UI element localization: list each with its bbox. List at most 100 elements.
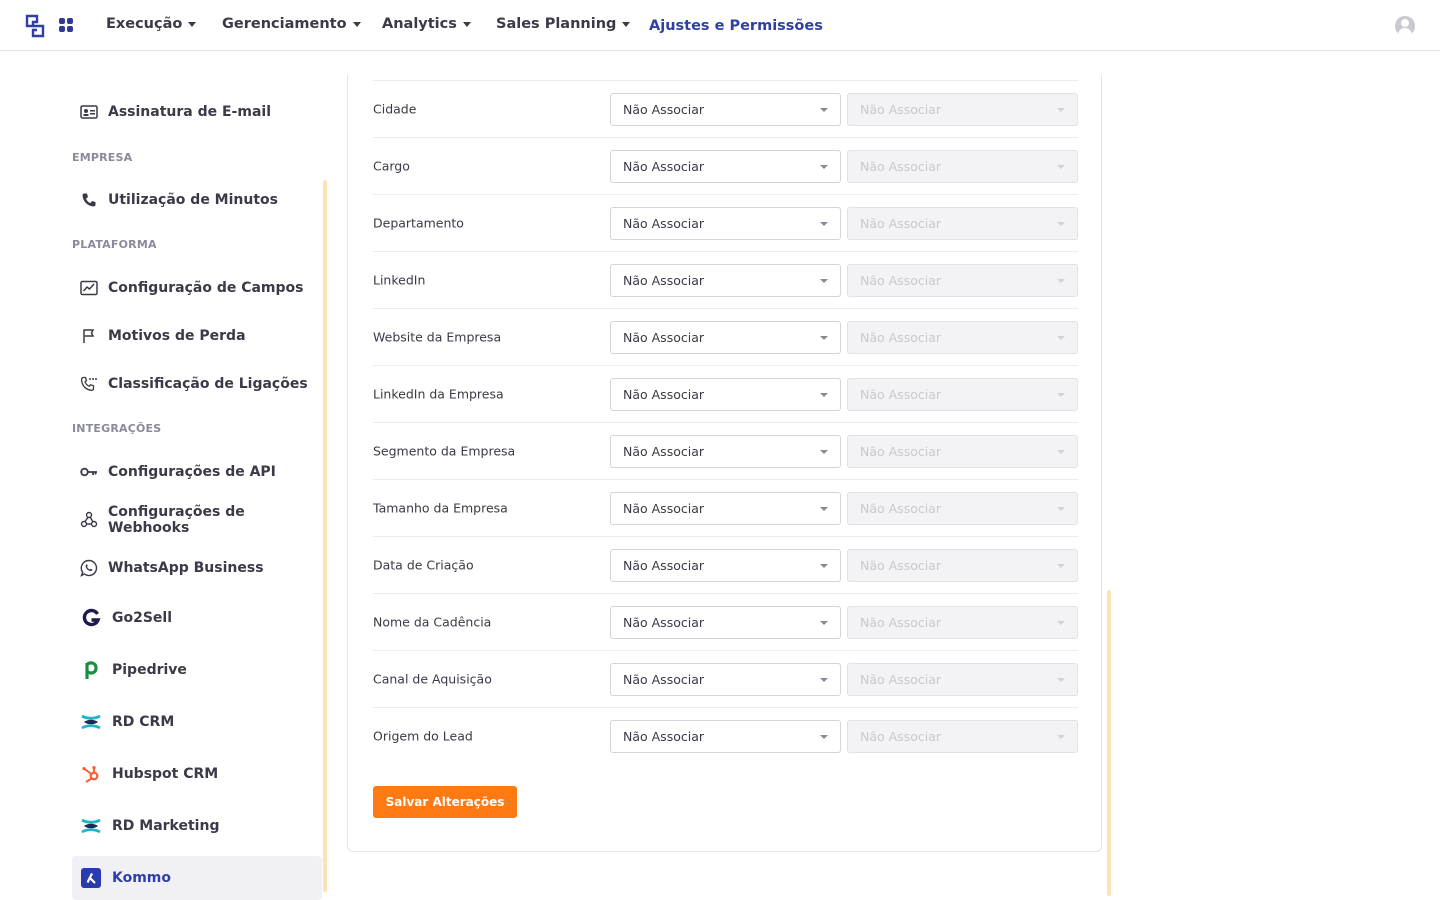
select-value: Não Associar: [623, 387, 704, 402]
sidebar-item-go2sell[interactable]: Go2Sell: [72, 596, 322, 640]
chevron-down-icon: [1057, 507, 1065, 511]
select-value: Não Associar: [860, 558, 941, 573]
sidebar-item-label: RD Marketing: [112, 818, 220, 834]
select-value: Não Associar: [623, 444, 704, 459]
field-association-select[interactable]: Não Associar: [610, 435, 841, 468]
rd-station-logo-icon: [80, 711, 102, 733]
chevron-down-icon: [820, 279, 828, 283]
sidebar-scrollbar[interactable]: [323, 180, 327, 892]
user-avatar-icon[interactable]: [1395, 16, 1415, 36]
secondary-association-select: Não Associar: [847, 264, 1078, 297]
chevron-down-icon: [1057, 678, 1065, 682]
field-association-select[interactable]: Não Associar: [610, 150, 841, 183]
secondary-association-select: Não Associar: [847, 378, 1078, 411]
field-association-select[interactable]: Não Associar: [610, 549, 841, 582]
hubspot-logo-icon: [80, 763, 102, 785]
select-value: Não Associar: [623, 159, 704, 174]
main-scrollbar[interactable]: [1107, 590, 1111, 896]
secondary-association-select: Não Associar: [847, 207, 1078, 240]
sidebar-item-label: WhatsApp Business: [108, 560, 264, 576]
field-label: Nome da Cadência: [373, 614, 492, 630]
sidebar-item-pipedrive[interactable]: Pipedrive: [72, 648, 322, 692]
nav-ajustes-label: Ajustes e Permissões: [649, 18, 823, 34]
select-value: Não Associar: [860, 330, 941, 345]
sidebar-item-rd-marketing[interactable]: RD Marketing: [72, 804, 322, 848]
chevron-down-icon: [820, 678, 828, 682]
select-value: Não Associar: [860, 216, 941, 231]
sidebar-item-rd-crm[interactable]: RD CRM: [72, 700, 322, 744]
field-label: Departamento: [373, 215, 464, 231]
section-heading-integracoes: INTEGRAÇÕES: [72, 422, 162, 435]
field-association-select[interactable]: Não Associar: [610, 492, 841, 525]
chevron-down-icon: [1057, 450, 1065, 454]
select-value: Não Associar: [860, 672, 941, 687]
app-logo-icon[interactable]: [25, 14, 45, 38]
field-mapping-row: Canal de Aquisição Não Associar Não Associ…: [373, 650, 1078, 707]
nav-analytics[interactable]: Analytics: [382, 16, 471, 32]
select-value: Não Associar: [623, 615, 704, 630]
chevron-down-icon: [820, 507, 828, 511]
chevron-down-icon: [1057, 336, 1065, 340]
sidebar-item-fields-config[interactable]: Configuração de Campos: [72, 266, 322, 310]
sidebar-item-label: Motivos de Perda: [108, 328, 246, 344]
field-association-select[interactable]: Não Associar: [610, 720, 841, 753]
chevron-down-icon: [820, 735, 828, 739]
field-association-select[interactable]: Não Associar: [610, 378, 841, 411]
select-value: Não Associar: [860, 159, 941, 174]
field-association-select[interactable]: Não Associar: [610, 264, 841, 297]
field-label: Tamanho da Empresa: [373, 500, 508, 516]
field-association-select[interactable]: Não Associar: [610, 663, 841, 696]
field-association-select[interactable]: Não Associar: [610, 93, 841, 126]
select-value: Não Associar: [623, 102, 704, 117]
chevron-down-icon: [1057, 393, 1065, 397]
sidebar-item-label: Configurações de API: [108, 464, 276, 480]
sidebar-item-email-signature[interactable]: Assinatura de E-mail: [72, 90, 322, 134]
sidebar-item-loss-reasons[interactable]: Motivos de Perda: [72, 314, 322, 358]
sidebar-item-hubspot[interactable]: Hubspot CRM: [72, 752, 322, 796]
sidebar-item-kommo[interactable]: Kommo: [72, 856, 322, 900]
field-mapping-row: Cidade Não Associar Não Associar: [373, 80, 1078, 137]
sidebar-item-webhooks-config[interactable]: Configurações de Webhooks: [72, 498, 322, 542]
chart-edit-icon: [80, 279, 98, 297]
save-changes-button[interactable]: Salvar Alterações: [373, 786, 517, 818]
nav-gerenciamento[interactable]: Gerenciamento: [222, 16, 361, 32]
select-value: Não Associar: [623, 672, 704, 687]
nav-ajustes-permissoes[interactable]: Ajustes e Permissões: [649, 18, 823, 34]
chevron-down-icon: [1057, 564, 1065, 568]
section-heading-empresa: EMPRESA: [72, 151, 133, 164]
sidebar-item-label: Hubspot CRM: [112, 766, 219, 782]
field-label: LinkedIn: [373, 272, 426, 288]
field-association-select[interactable]: Não Associar: [610, 321, 841, 354]
sidebar-item-label: Configuração de Campos: [108, 280, 304, 296]
pipedrive-logo-icon: [80, 659, 102, 681]
sidebar-item-minutes-usage[interactable]: Utilização de Minutos: [72, 178, 322, 222]
secondary-association-select: Não Associar: [847, 663, 1078, 696]
chevron-down-icon: [820, 336, 828, 340]
field-label: Data de Criação: [373, 557, 474, 573]
apps-grid-icon[interactable]: [59, 18, 73, 32]
secondary-association-select: Não Associar: [847, 549, 1078, 582]
select-value: Não Associar: [860, 387, 941, 402]
select-value: Não Associar: [860, 729, 941, 744]
sidebar-item-call-classification[interactable]: Classificação de Ligações: [72, 362, 322, 406]
sidebar-item-whatsapp[interactable]: WhatsApp Business: [72, 546, 322, 590]
flag-icon: [80, 327, 98, 345]
chevron-down-icon: [352, 21, 361, 27]
nav-execucao[interactable]: Execução: [106, 16, 197, 32]
secondary-association-select: Não Associar: [847, 435, 1078, 468]
rd-station-logo-icon: [80, 815, 102, 837]
kommo-logo-icon: [80, 867, 102, 889]
field-label: Canal de Aquisição: [373, 671, 492, 687]
field-association-select[interactable]: Não Associar: [610, 606, 841, 639]
sidebar-item-api-config[interactable]: Configurações de API: [72, 450, 322, 494]
whatsapp-icon: [80, 559, 98, 577]
chevron-down-icon: [462, 21, 471, 27]
field-mapping-card: Salvar Alterações Cidade Não Associar Não …: [347, 75, 1102, 852]
select-value: Não Associar: [623, 216, 704, 231]
select-value: Não Associar: [623, 558, 704, 573]
phone-icon: [80, 191, 98, 209]
nav-sales-planning[interactable]: Sales Planning: [496, 16, 631, 32]
nav-analytics-label: Analytics: [382, 16, 457, 32]
secondary-association-select: Não Associar: [847, 321, 1078, 354]
field-association-select[interactable]: Não Associar: [610, 207, 841, 240]
